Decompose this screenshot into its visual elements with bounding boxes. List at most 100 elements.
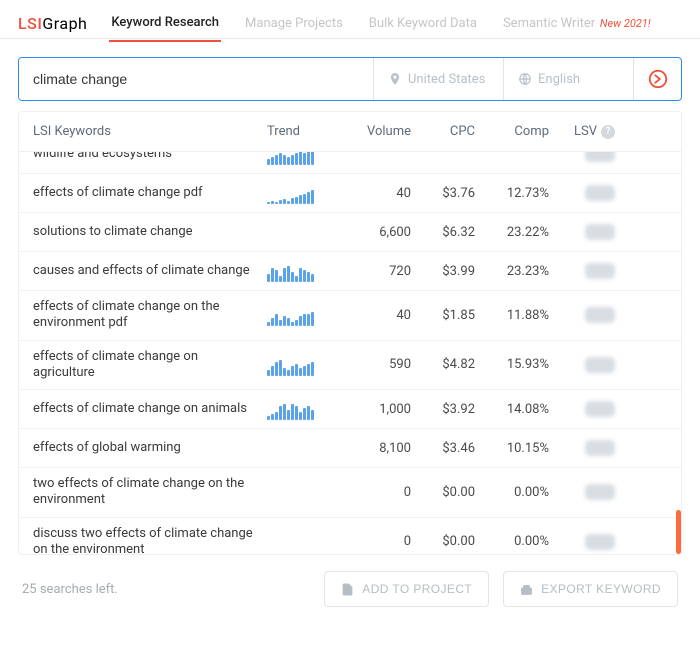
lsv-cell: [553, 224, 615, 240]
lsv-cell: [553, 484, 615, 500]
lsv-cell: [553, 357, 615, 373]
keyword-cell: causes and effects of climate change: [33, 263, 263, 279]
lsv-blur: [585, 357, 615, 373]
cpc-cell: $0.00: [415, 485, 475, 500]
export-icon: [520, 583, 533, 596]
export-label: EXPORT KEYWORD: [541, 582, 661, 596]
nav-item-bulk-keyword-data[interactable]: Bulk Keyword Data: [367, 6, 479, 41]
keyword-cell: two effects of climate change on the env…: [33, 476, 263, 509]
keyword-cell: solutions to climate change: [33, 224, 263, 240]
th-volume: Volume: [341, 124, 411, 139]
lsv-cell: [553, 263, 615, 279]
add-label: ADD TO PROJECT: [362, 582, 472, 596]
trend-sparkline: [267, 221, 337, 243]
th-lsv: LSV ?: [553, 124, 615, 139]
table-row[interactable]: solutions to climate change6,600$6.3223.…: [19, 212, 681, 251]
footer-actions: ADD TO PROJECT EXPORT KEYWORD: [324, 571, 678, 607]
enter-icon: [647, 68, 669, 90]
keyword-cell: effects of climate change on agriculture: [33, 349, 263, 382]
keyword-cell: effects of climate change on animals: [33, 401, 263, 417]
comp-cell: 15.93%: [479, 357, 549, 372]
trend-sparkline: [267, 398, 337, 420]
comp-cell: 23.22%: [479, 225, 549, 240]
volume-cell: 40: [341, 308, 411, 323]
nav-item-manage-projects[interactable]: Manage Projects: [243, 6, 345, 41]
table-row[interactable]: effects of global warming 8,100 $3.46 10.15…: [19, 428, 681, 467]
th-cpc: CPC: [415, 124, 475, 139]
trend-sparkline: [267, 304, 337, 326]
nav-items: Keyword Research Manage Projects Bulk Keyw…: [109, 5, 652, 42]
volume-cell: 590: [341, 357, 411, 372]
comp-cell: 12.73%: [479, 186, 549, 201]
trend-sparkline: [267, 481, 337, 503]
brand-part2: Graph: [42, 14, 87, 33]
cpc-cell: $3.46: [415, 441, 475, 456]
table-row[interactable]: effects of climate change on agriculture…: [19, 340, 681, 390]
lsv-blur: [585, 152, 615, 162]
lsv-blur: [585, 534, 615, 550]
brand-part1: LSI: [18, 14, 42, 33]
keyword-cell: wildlife and ecosystems: [33, 152, 263, 162]
add-to-project-button[interactable]: ADD TO PROJECT: [324, 571, 489, 607]
cpc-cell: $3.76: [415, 186, 475, 201]
language-selector[interactable]: English: [503, 58, 633, 100]
table-row[interactable]: effects of climate change pdf 40 $3.76 12.7…: [19, 173, 681, 212]
table-header: LSI Keywords Trend Volume CPC Comp LSV ?: [19, 112, 681, 152]
keyword-cell: effects of climate change pdf: [33, 185, 263, 201]
nav-item-semantic-writer[interactable]: Semantic Writer New 2021!: [501, 6, 653, 41]
cpc-cell: $4.82: [415, 357, 475, 372]
cpc-cell: $3.92: [415, 402, 475, 417]
lsv-blur: [585, 484, 615, 500]
help-icon[interactable]: ?: [601, 125, 615, 139]
volume-cell: 720: [341, 264, 411, 279]
search-container: United States English: [0, 39, 700, 111]
top-nav: LSIGraph Keyword Research Manage Projects…: [0, 0, 700, 39]
table-body[interactable]: wildlife and ecosystems effects of climat…: [19, 152, 681, 554]
country-label: United States: [408, 72, 485, 87]
lsv-cell: [553, 185, 615, 201]
trend-sparkline: [267, 437, 337, 459]
nav-item-keyword-research[interactable]: Keyword Research: [109, 5, 221, 42]
table-row[interactable]: effects of climate change on the environ…: [19, 290, 681, 340]
pin-icon: [388, 72, 402, 86]
table-row[interactable]: wildlife and ecosystems: [19, 152, 681, 173]
lsv-blur: [585, 185, 615, 201]
lsv-cell: [553, 307, 615, 323]
volume-cell: 40: [341, 186, 411, 201]
table-row[interactable]: two effects of climate change on the env…: [19, 467, 681, 517]
country-selector[interactable]: United States: [373, 58, 503, 100]
lsv-blur: [585, 440, 615, 456]
volume-cell: 8,100: [341, 441, 411, 456]
cpc-cell: $1.85: [415, 308, 475, 323]
comp-cell: 14.08%: [479, 402, 549, 417]
scrollbar-thumb[interactable]: [676, 510, 681, 554]
nav-badge: New 2021!: [597, 17, 650, 30]
lsv-blur: [585, 401, 615, 417]
volume-cell: 0: [341, 534, 411, 549]
cpc-cell: $6.32: [415, 225, 475, 240]
table-row[interactable]: causes and effects of climate change720$…: [19, 251, 681, 290]
comp-cell: 10.15%: [479, 441, 549, 456]
lsv-cell: [553, 152, 615, 162]
search-submit-button[interactable]: [633, 58, 681, 100]
th-keywords: LSI Keywords: [33, 124, 263, 139]
search-input[interactable]: [19, 58, 373, 100]
comp-cell: 11.88%: [479, 308, 549, 323]
lsv-blur: [585, 263, 615, 279]
keyword-cell: effects of global warming: [33, 440, 263, 456]
file-plus-icon: [341, 583, 354, 596]
cpc-cell: $0.00: [415, 534, 475, 549]
th-comp: Comp: [479, 124, 549, 139]
keyword-cell: effects of climate change on the environ…: [33, 299, 263, 332]
volume-cell: 0: [341, 485, 411, 500]
trend-sparkline: [267, 354, 337, 376]
lsv-blur: [585, 224, 615, 240]
comp-cell: 0.00%: [479, 485, 549, 500]
keyword-cell: discuss two effects of climate change on…: [33, 526, 263, 555]
results-card: LSI Keywords Trend Volume CPC Comp LSV ?…: [18, 111, 682, 555]
export-keyword-button[interactable]: EXPORT KEYWORD: [503, 571, 678, 607]
footer: 25 searches left. ADD TO PROJECT EXPORT …: [0, 555, 700, 627]
trend-sparkline: [267, 260, 337, 282]
table-row[interactable]: discuss two effects of climate change on…: [19, 517, 681, 555]
table-row[interactable]: effects of climate change on animals1,00…: [19, 389, 681, 428]
